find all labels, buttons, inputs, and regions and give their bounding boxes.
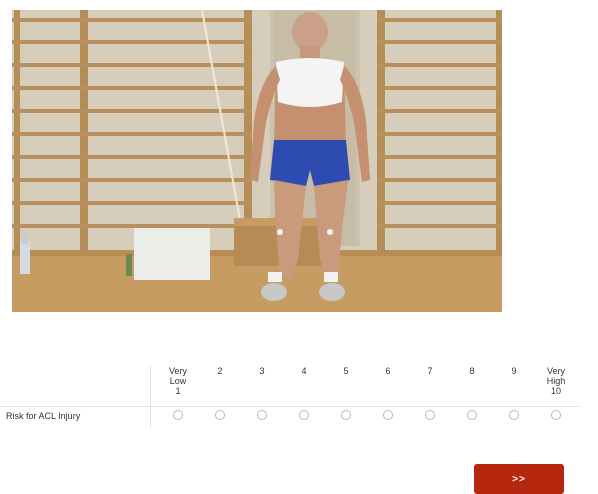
scale-number: 6: [385, 366, 391, 376]
scale-number: 7: [427, 366, 433, 376]
scale-anchor-label: Low: [169, 376, 187, 386]
row-label-acl-risk: Risk for ACL Injury: [6, 411, 81, 421]
rating-radio-10[interactable]: [551, 410, 561, 420]
scale-number: 5: [343, 366, 349, 376]
scale-header-6: 6: [368, 366, 408, 406]
scale-header-8: 8: [452, 366, 492, 406]
scale-header-10: Very High 10: [536, 366, 576, 406]
scale-header-2: 2: [200, 366, 240, 406]
rating-radio-6[interactable]: [383, 410, 393, 420]
scale-anchor-top: Very: [546, 366, 565, 376]
rating-radio-2[interactable]: [215, 410, 225, 420]
rating-matrix: Very Low 1 2 3 4 5 6 7 8 9 Very High 10 …: [0, 360, 598, 440]
rating-radio-9[interactable]: [509, 410, 519, 420]
scale-number: 8: [469, 366, 475, 376]
column-divider: [150, 366, 151, 428]
athlete-video-still: [12, 10, 502, 312]
scale-number: 1: [175, 386, 181, 396]
scale-number: 2: [217, 366, 223, 376]
rating-radio-5[interactable]: [341, 410, 351, 420]
scale-header-5: 5: [326, 366, 366, 406]
rating-radio-3[interactable]: [257, 410, 267, 420]
scale-anchor-label: High: [546, 376, 566, 386]
scale-number: 3: [259, 366, 265, 376]
rating-radio-4[interactable]: [299, 410, 309, 420]
rating-radio-7[interactable]: [425, 410, 435, 420]
scale-header-4: 4: [284, 366, 324, 406]
next-button[interactable]: >>: [474, 464, 564, 494]
scale-number: 10: [550, 386, 561, 396]
scale-header-9: 9: [494, 366, 534, 406]
scale-header-3: 3: [242, 366, 282, 406]
scale-anchor-top: Very: [168, 366, 187, 376]
scale-number: 4: [301, 366, 307, 376]
rating-radio-8[interactable]: [467, 410, 477, 420]
scale-header-1: Very Low 1: [158, 366, 198, 406]
scale-header-7: 7: [410, 366, 450, 406]
scale-number: 9: [511, 366, 517, 376]
row-divider: [0, 406, 580, 407]
rating-radio-1[interactable]: [173, 410, 183, 420]
video-frame: [12, 10, 502, 312]
